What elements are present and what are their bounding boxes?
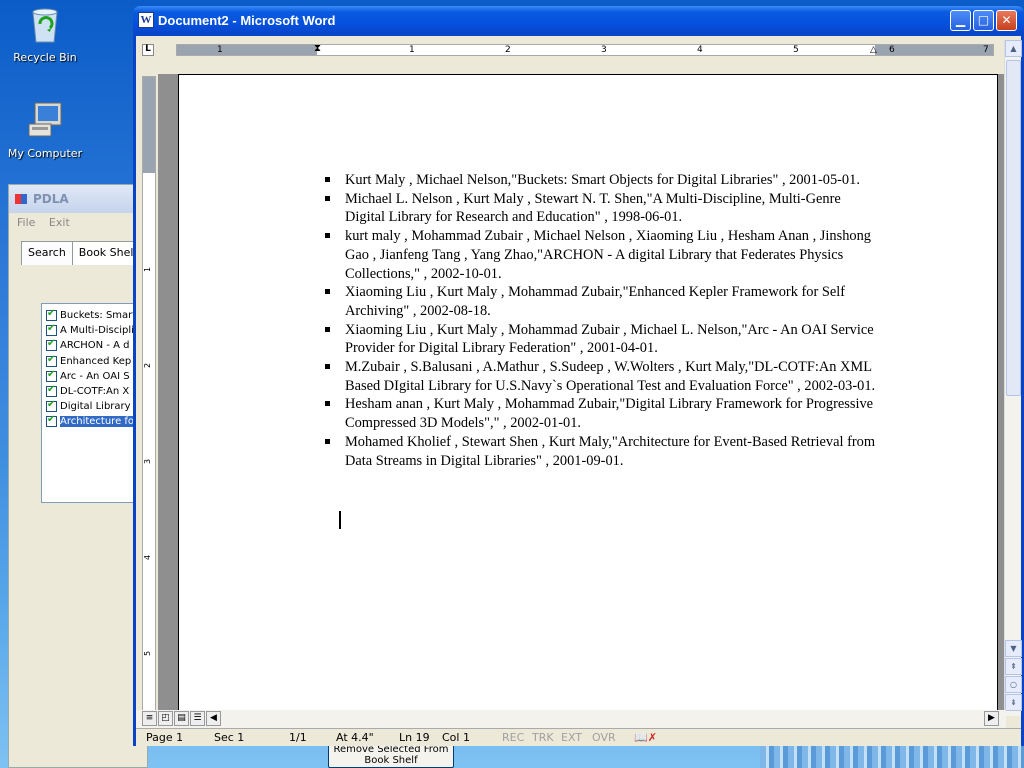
ruler-bar[interactable]: 1 1 2 3 4 5 6 7 ⧗ △ — [176, 43, 994, 56]
outline-view-button[interactable]: ☰ — [190, 711, 205, 726]
list-item[interactable]: kurt maly , Mohammad Zubair , Michael Ne… — [319, 227, 879, 283]
checkbox[interactable] — [46, 369, 57, 382]
right-indent-marker-icon[interactable]: △ — [870, 45, 877, 55]
horizontal-scrollbar[interactable]: ≡ ◰ ▤ ☰ ◀ ▶ — [136, 710, 1006, 728]
scroll-left-button[interactable]: ◀ — [206, 711, 221, 726]
tab-stop-selector[interactable]: L — [142, 44, 154, 56]
word-window: W Document2 - Microsoft Word ▁ □ ✕ L 1 1… — [133, 6, 1024, 746]
word-title-bar[interactable]: W Document2 - Microsoft Word ▁ □ ✕ — [133, 6, 1024, 36]
reference-list[interactable]: Kurt Maly , Michael Nelson,"Buckets: Sma… — [319, 171, 879, 470]
minimize-button[interactable]: ▁ — [950, 10, 971, 31]
ruler-number: 6 — [889, 45, 895, 55]
vruler-top-margin — [143, 77, 155, 173]
scroll-down-button[interactable]: ▼ — [1005, 640, 1022, 657]
checkbox[interactable] — [46, 354, 57, 367]
checkbox[interactable] — [46, 384, 57, 398]
maximize-icon: □ — [977, 13, 990, 27]
status-trk[interactable]: TRK — [532, 731, 554, 744]
pdla-title: PDLA — [33, 192, 69, 206]
pdla-app-icon — [15, 194, 27, 204]
text-cursor — [339, 511, 341, 529]
desktop-icon-recycle-bin[interactable]: Recycle Bin — [0, 4, 90, 64]
ruler-number: 2 — [505, 45, 511, 55]
list-item[interactable]: Mohamed Kholief , Stewart Shen , Kurt Ma… — [319, 433, 879, 470]
checkbox[interactable] — [46, 323, 57, 337]
pdla-menu-bar: File Exit — [9, 213, 147, 233]
desktop-icon-my-computer[interactable]: My Computer — [0, 100, 90, 160]
vruler-number: 4 — [143, 554, 153, 561]
recycle-bin-icon — [32, 8, 58, 43]
list-item[interactable]: Hesham anan , Kurt Maly , Mohammad Zubai… — [319, 395, 879, 432]
vruler-number: 5 — [143, 650, 153, 657]
recycle-bin-label: Recycle Bin — [13, 51, 77, 64]
checkbox[interactable] — [46, 414, 57, 428]
computer-icon — [28, 102, 62, 137]
indent-marker-icon[interactable]: ⧗ — [314, 43, 321, 54]
previous-page-button[interactable]: ⇞ — [1005, 658, 1022, 675]
vertical-ruler[interactable]: 1 2 3 4 5 — [142, 76, 156, 712]
ruler-number: 5 — [793, 45, 799, 55]
status-at: At 4.4" — [336, 731, 374, 744]
scroll-right-button[interactable]: ▶ — [984, 711, 999, 726]
minimize-icon: ▁ — [955, 13, 966, 27]
checkbox[interactable] — [46, 338, 57, 352]
scroll-up-button[interactable]: ▲ — [1005, 40, 1022, 57]
select-browse-object-button[interactable]: ○ — [1005, 676, 1022, 693]
ruler-number: 4 — [697, 45, 703, 55]
close-button[interactable]: ✕ — [996, 10, 1017, 31]
list-item[interactable]: Xiaoming Liu , Kurt Maly , Mohammad Zuba… — [319, 321, 879, 358]
document-area[interactable]: Kurt Maly , Michael Nelson,"Buckets: Sma… — [158, 74, 1004, 710]
status-page-count: 1/1 — [289, 731, 307, 744]
web-layout-view-button[interactable]: ◰ — [158, 711, 173, 726]
status-line: Ln 19 — [399, 731, 430, 744]
my-computer-label: My Computer — [7, 147, 83, 160]
pdla-title-bar[interactable]: PDLA — [9, 185, 147, 213]
status-column: Col 1 — [442, 731, 470, 744]
maximize-button[interactable]: □ — [973, 10, 994, 31]
list-item[interactable]: Xiaoming Liu , Kurt Maly , Mohammad Zuba… — [319, 283, 879, 320]
vruler-number: 3 — [143, 458, 153, 465]
print-layout-view-button[interactable]: ▤ — [174, 711, 189, 726]
ruler-number: 7 — [983, 45, 989, 55]
next-page-button[interactable]: ⇟ — [1005, 694, 1022, 711]
list-item[interactable]: Kurt Maly , Michael Nelson,"Buckets: Sma… — [319, 171, 879, 190]
pdla-menu-file[interactable]: File — [17, 216, 35, 229]
vruler-number: 1 — [143, 266, 153, 273]
status-bar: Page 1 Sec 1 1/1 At 4.4" Ln 19 Col 1 REC… — [136, 728, 1021, 746]
status-section: Sec 1 — [214, 731, 245, 744]
pdla-tab-strip: Search Book Shelf — [21, 241, 145, 265]
document-page[interactable]: Kurt Maly , Michael Nelson,"Buckets: Sma… — [178, 74, 998, 710]
word-client-area: L 1 1 2 3 4 5 6 7 ⧗ △ 1 2 3 4 5 Kurt Mal… — [136, 36, 1022, 746]
horizontal-ruler[interactable]: L 1 1 2 3 4 5 6 7 ⧗ △ — [136, 40, 1006, 58]
status-ovr[interactable]: OVR — [592, 731, 616, 744]
ruler-number: 3 — [601, 45, 607, 55]
normal-view-button[interactable]: ≡ — [142, 711, 157, 726]
list-item[interactable]: M.Zubair , S.Balusani , A.Mathur , S.Sud… — [319, 358, 879, 395]
word-app-icon[interactable]: W — [138, 12, 154, 28]
checkbox[interactable] — [46, 399, 57, 413]
spelling-status-icon[interactable]: 📖✗ — [634, 731, 657, 744]
vruler-number: 2 — [143, 362, 153, 369]
ruler-number: 1 — [217, 45, 223, 55]
pdla-menu-exit[interactable]: Exit — [49, 216, 70, 229]
ruler-number: 1 — [409, 45, 415, 55]
status-rec[interactable]: REC — [502, 731, 524, 744]
scroll-thumb[interactable] — [1006, 60, 1021, 396]
window-title: Document2 - Microsoft Word — [158, 13, 336, 28]
list-item[interactable]: Michael L. Nelson , Kurt Maly , Stewart … — [319, 190, 879, 227]
pdla-window: PDLA File Exit Search Book Shelf Buckets… — [8, 184, 151, 768]
status-page: Page 1 — [146, 731, 184, 744]
tab-search[interactable]: Search — [21, 241, 73, 265]
vertical-scrollbar[interactable]: ▲ ▼ ⇞ ○ ⇟ — [1004, 40, 1022, 716]
close-icon: ✕ — [1001, 13, 1012, 27]
status-ext[interactable]: EXT — [561, 731, 582, 744]
ruler-left-margin — [177, 45, 317, 55]
checkbox[interactable] — [46, 308, 57, 322]
